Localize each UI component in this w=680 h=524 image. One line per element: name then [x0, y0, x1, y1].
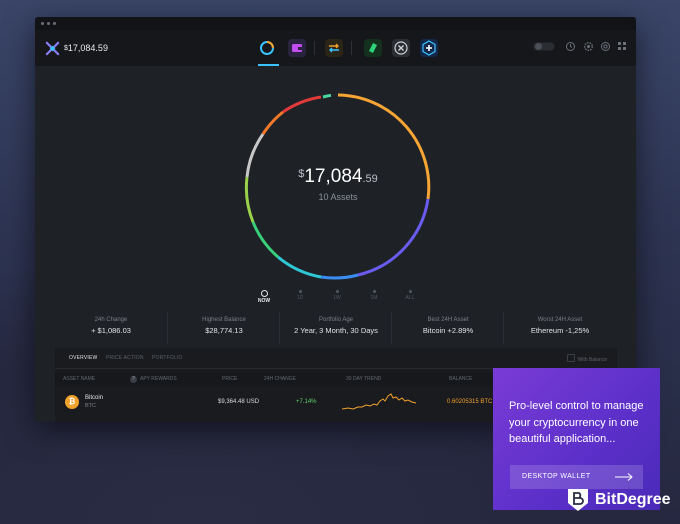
timeline-now[interactable]: NOW — [249, 290, 279, 304]
promo-text: Pro-level control to manage your cryptoc… — [509, 400, 644, 445]
timeline-selector: NOW 1D 1W 1M ALL — [35, 290, 636, 310]
asset-24h-change: +7.14% — [296, 399, 317, 405]
header-price[interactable]: PRICE — [222, 376, 237, 382]
exodus-logo-icon — [45, 41, 60, 56]
header-30-day-trend[interactable]: 30 DAY TREND — [346, 376, 381, 382]
window-dot[interactable] — [53, 22, 56, 25]
stat-worst-asset: Worst 24H Asset Ethereum -1,25% — [503, 312, 616, 344]
top-bar: $17,084.59 — [35, 30, 636, 66]
exchange-icon[interactable] — [325, 39, 343, 57]
asset-balance: 0.60205315 BTC — [447, 399, 493, 405]
portfolio-stats: 24h Change + $1,086.03 Highest Balance $28… — [35, 312, 636, 346]
plus-app-icon[interactable] — [420, 39, 438, 57]
settings-icon[interactable] — [583, 41, 594, 52]
exodus-app-window: $17,084.59 $17,084.59 10 Assets NOW 1D 1… — [35, 17, 636, 422]
desktop-wallet-button[interactable]: DESKTOP WALLET — [510, 465, 643, 489]
stat-24h-change: 24h Change + $1,086.03 — [91, 317, 131, 335]
table-tabs: OVERVIEW PRICE ACTION PORTFOLIO With Bal… — [55, 348, 617, 369]
asset-price: $9,364.48 USD — [218, 399, 260, 405]
checkbox-icon[interactable] — [566, 354, 575, 362]
window-dot[interactable] — [47, 22, 50, 25]
header-asset-name[interactable]: ASSET NAME — [63, 376, 95, 382]
title-bar — [35, 17, 636, 30]
header-apy-rewards[interactable]: ? APY REWARDS — [130, 376, 177, 383]
assets-count: 10 Assets — [318, 192, 358, 202]
asset-symbol: BTC — [85, 403, 96, 409]
stat-best-asset: Best 24H Asset Bitcoin +2.89% — [391, 312, 504, 344]
timeline-1m[interactable]: 1M — [359, 290, 389, 301]
stat-highest-balance: Highest Balance $28,774.13 — [167, 312, 280, 344]
header-24h-change[interactable]: 24H CHANGE — [264, 376, 296, 382]
help-icon: ? — [130, 376, 137, 383]
bitdegree-logo-icon — [568, 489, 588, 511]
header-balance[interactable]: BALANCE — [449, 376, 472, 382]
app-icon[interactable] — [364, 39, 382, 57]
x-app-icon[interactable] — [392, 39, 410, 57]
bitcoin-icon: ₿ — [65, 395, 79, 409]
stat-portfolio-age: Portfolio Age 2 Year, 3 Month, 30 Days — [279, 312, 392, 344]
nav-separator — [314, 41, 315, 55]
window-dot[interactable] — [41, 22, 44, 25]
portfolio-value: $17,084.59 — [298, 166, 378, 187]
grid-icon[interactable] — [617, 41, 628, 52]
timeline-1w[interactable]: 1W — [322, 290, 352, 301]
gear-icon[interactable] — [600, 41, 611, 52]
wallet-icon[interactable] — [288, 39, 306, 57]
with-balance-toggle[interactable]: With Balance — [566, 354, 607, 363]
toggle-icon[interactable] — [533, 41, 555, 52]
tab-overview[interactable]: OVERVIEW — [69, 355, 97, 361]
tab-price-action[interactable]: PRICE ACTION — [106, 355, 144, 361]
total-balance: $17,084.59 — [64, 43, 108, 53]
asset-name: Bitcoin — [85, 395, 104, 401]
portfolio-icon[interactable] — [258, 39, 276, 57]
history-icon[interactable] — [565, 41, 576, 52]
timeline-1d[interactable]: 1D — [285, 290, 315, 301]
timeline-all[interactable]: ALL — [395, 290, 425, 301]
nav-separator — [351, 41, 352, 55]
trend-sparkline — [342, 393, 417, 410]
tab-portfolio[interactable]: PORTFOLIO — [152, 355, 183, 361]
arrow-right-icon — [615, 473, 633, 481]
bitdegree-watermark: BitDegree — [566, 487, 676, 515]
